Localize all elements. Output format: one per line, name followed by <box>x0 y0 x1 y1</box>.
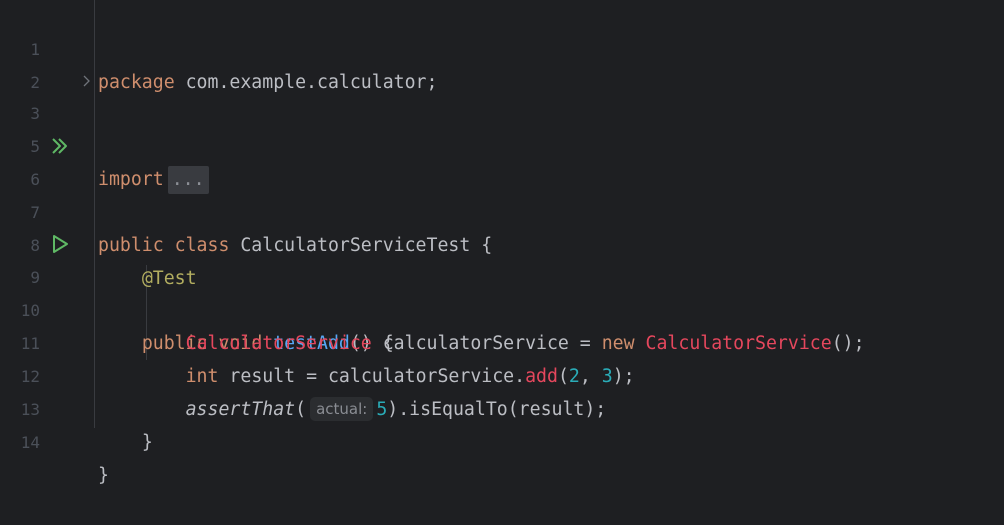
code-line-14[interactable]: 14 } <box>0 393 1004 486</box>
code-line-11[interactable]: 11 int result = calculatorService.add(2,… <box>0 294 1004 387</box>
code-line-8[interactable]: 8 @Test <box>0 196 1004 289</box>
run-all-icon[interactable] <box>50 136 70 156</box>
run-icon[interactable] <box>50 234 70 254</box>
code-line-7[interactable]: 7 <box>0 163 1004 222</box>
line-number: 14 <box>20 433 40 452</box>
code-line-3[interactable]: 3 import... <box>0 64 1004 194</box>
code-line-12[interactable]: 12 assertThat(actual: 5).isEqualTo(result… <box>0 327 1004 421</box>
code-line-10[interactable]: 10 CalculatorService calculatorService =… <box>0 261 1004 354</box>
code-line-6[interactable]: 6 public class CalculatorServiceTest { <box>0 130 1004 256</box>
code-line-1[interactable]: 1 package com.example.calculator; <box>0 0 1004 93</box>
code-line-2[interactable]: 2 <box>0 33 1004 92</box>
code-text: } <box>98 465 109 486</box>
code-line-9[interactable]: 9 public void testAdd() { <box>0 228 1004 354</box>
code-line-13[interactable]: 13 } <box>0 360 1004 453</box>
fold-chevron-icon[interactable] <box>80 74 92 88</box>
code-text: } <box>141 432 153 453</box>
code-line-5[interactable]: 5 <box>0 97 1004 156</box>
code-editor[interactable]: 1 package com.example.calculator; 2 3 im… <box>0 0 1004 486</box>
